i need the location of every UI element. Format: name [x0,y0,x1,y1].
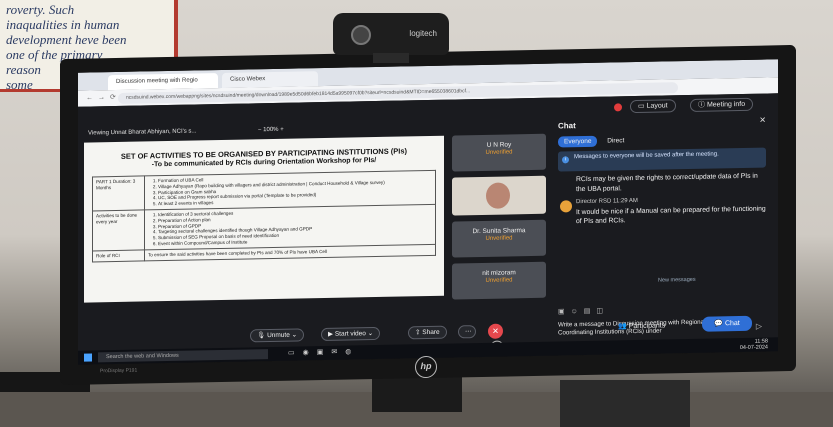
sender-name: Director RSD [576,198,612,206]
meeting-info-button[interactable]: ⓘ Meeting info [690,97,754,112]
message-text: RCIs may be given the rights to correct/… [576,172,758,193]
zoom-value: 100% [263,126,279,134]
row-items: Identification of 3 sectoral challenges … [144,204,436,250]
desk-device [560,380,690,427]
windows-start-icon[interactable] [84,353,92,362]
webex-app: ▭ Layout ⓘ Meeting info Viewing Unnat Bh… [78,93,778,365]
tab-everyone[interactable]: Everyone [558,135,598,148]
webcam-brand: logitech [409,29,437,38]
avatar [560,200,572,213]
poster-line: development heve been [6,32,127,47]
new-messages-indicator[interactable]: New messages [658,277,696,284]
chat-message: RCIs may be given the rights to correct/… [558,172,766,195]
webcam-mount [373,53,409,63]
participant-tiles: U N Roy Unverified Dr. Sunita Sharma Unv… [452,133,548,355]
recording-icon [614,103,622,112]
participants-button[interactable]: 👥 Participants [618,321,665,330]
participant-video[interactable] [452,175,546,216]
monitor-model: ProDisplay P191 [100,367,138,375]
poster-line: roverty. Such [6,2,75,17]
clock-date: 04-07-2024 [739,344,768,352]
end-call-button[interactable]: ✕ [488,323,503,339]
shared-document: SET OF ACTIVITIES TO BE ORGANISED BY PAR… [84,135,444,303]
participant-tile[interactable]: U N Roy Unverified [452,133,546,172]
webcam: logitech [333,13,449,63]
chat-title: Chat [558,121,576,131]
unmute-label: Unmute [267,331,290,340]
row-items: Formation of UBA Cell Village Adhyayan (… [144,170,436,210]
row-label: Role of RCI [92,249,145,262]
participant-face [486,182,510,209]
participant-status: Unverified [485,277,513,284]
monitor-stand [372,376,462,412]
chat-notice: i Messages to everyone will be saved aft… [558,147,766,172]
start-video-label: Start video [334,330,366,338]
taskbar-clock: 11:58 04-07-2024 [740,338,768,351]
table-row: Activities to be done every year Identif… [92,204,436,251]
taskbar-search[interactable]: Search the web and Windows [98,349,268,363]
row-label: PART 1 Duration: 3 Months [92,175,145,211]
info-icon: i [562,156,569,164]
chat-panel: Chat ✕ Everyone Direct i Messages to eve… [558,116,772,301]
chat-button[interactable]: 💬 Chat [702,315,752,332]
send-icon[interactable]: ▷ [756,322,762,331]
notice-text: Messages to everyone will be saved after… [574,151,719,161]
message-time: 11:29 AM [613,197,638,205]
participant-tile[interactable]: Dr. Sunita Sharma Unverified [452,219,546,258]
participant-tile[interactable]: nit mizoram Unverified [452,261,546,300]
participant-status: Unverified [485,149,513,156]
share-label: Share [422,328,440,337]
chat-message: Director RSD 11:29 AM It would be nice i… [558,195,766,227]
nav-arrows-icon[interactable]: ←→⟳ [86,93,121,102]
share-button[interactable]: ⇪ Share [408,325,447,340]
layout-button[interactable]: ▭ Layout [630,99,676,114]
chat-label: Chat [724,320,740,328]
message-text: It would be nice if a Manual can be prep… [576,205,766,226]
row-label: Activities to be done every year [92,209,145,251]
activities-table: PART 1 Duration: 3 Months Formation of U… [92,170,436,262]
more-icon[interactable]: ⋯ [458,325,476,339]
photo-scene: roverty. Such inaqualities in human deve… [0,0,833,427]
taskbar-apps-icon[interactable]: ▭◉▣✉◍ [288,347,359,356]
close-icon[interactable]: ✕ [759,116,766,125]
chat-tabs: Everyone Direct [558,135,624,148]
chat-messages: RCIs may be given the rights to correct/… [558,172,766,231]
poster-line: inaqualities in human [6,17,120,32]
participants-label: Participants [628,322,666,331]
layout-label: Layout [646,102,668,110]
share-header: Viewing Unnat Bharat Abhiyan, NCI's s... [88,128,197,137]
participant-status: Unverified [485,235,513,242]
unmute-button[interactable]: 🎙 Unmute ⌄ [250,328,305,343]
meeting-info-label: Meeting info [706,100,746,109]
start-video-button[interactable]: ▶ Start video ⌄ [321,326,381,342]
tab-direct[interactable]: Direct [607,137,624,144]
monitor-screen: Discussion meeting with Regio Cisco Webe… [78,59,778,365]
monitor: Discussion meeting with Regio Cisco Webe… [60,44,796,386]
format-tools-icon[interactable]: ▣☺▤◫ [558,303,772,316]
zoom-level[interactable]: − 100% + [258,127,284,133]
hp-logo: hp [415,355,437,379]
camera-lens-icon [351,25,371,45]
